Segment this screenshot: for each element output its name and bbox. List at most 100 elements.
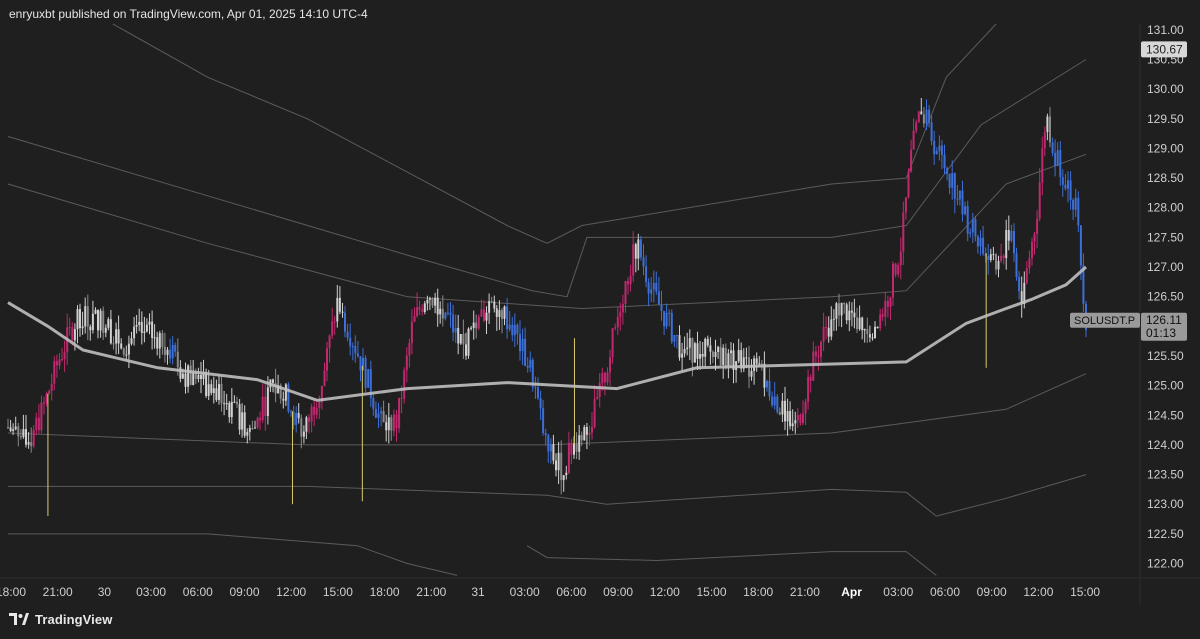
candle-body xyxy=(400,397,403,399)
candle-body xyxy=(799,414,802,424)
candle-body xyxy=(153,337,156,339)
candle-body xyxy=(634,244,637,259)
candle-body xyxy=(426,299,429,304)
candle-body xyxy=(696,343,699,359)
candle-body xyxy=(241,412,244,430)
candle-body xyxy=(560,452,563,481)
candle-body xyxy=(665,312,668,327)
candle-body xyxy=(995,254,997,270)
candle-body xyxy=(192,372,195,385)
candle-body xyxy=(251,428,254,429)
candle-body xyxy=(372,397,375,409)
candle-body xyxy=(575,443,578,452)
candle-body xyxy=(1000,255,1003,261)
candle-body xyxy=(591,426,593,433)
candle-body xyxy=(868,334,871,338)
candle-body xyxy=(418,307,421,310)
candle-body xyxy=(760,363,763,365)
candle-body xyxy=(220,384,223,404)
candle-body xyxy=(917,111,920,123)
candle-body xyxy=(287,384,290,412)
candle-body xyxy=(133,326,136,339)
candle-body xyxy=(639,239,642,258)
candle-body xyxy=(670,312,673,342)
candle-body xyxy=(583,427,586,441)
candle-body xyxy=(264,396,267,416)
candle-body xyxy=(874,326,876,339)
candle-body xyxy=(781,400,784,415)
candle-body xyxy=(922,114,925,124)
candle-body xyxy=(609,357,611,373)
candle-body xyxy=(904,197,907,213)
candle-body xyxy=(480,309,483,317)
candle-body xyxy=(261,396,264,421)
candle-body xyxy=(272,379,274,383)
candle-body xyxy=(308,417,310,422)
candle-body xyxy=(822,327,825,342)
candle-body xyxy=(428,298,431,300)
candle-body xyxy=(958,190,961,200)
candle-body xyxy=(45,393,48,404)
candle-body xyxy=(791,423,794,427)
candle-body xyxy=(902,212,905,252)
candle-body xyxy=(858,317,861,330)
candle-body xyxy=(771,396,774,406)
candle-body xyxy=(169,349,172,359)
candle-body xyxy=(454,327,457,333)
candle-body xyxy=(176,351,179,368)
candle-body xyxy=(161,333,164,347)
candle-body xyxy=(223,403,226,405)
candle-body xyxy=(835,303,838,319)
candle-body xyxy=(940,145,943,155)
candle-body xyxy=(50,383,53,391)
candle-body xyxy=(431,298,434,306)
candle-body xyxy=(647,282,650,294)
candle-body xyxy=(537,387,539,399)
candle-body xyxy=(650,289,653,294)
candle-body xyxy=(374,408,377,418)
time-tick-label: 03:00 xyxy=(510,585,540,599)
candle-body xyxy=(421,309,424,312)
candle-body xyxy=(704,338,707,357)
candle-body xyxy=(58,359,61,366)
candle-body xyxy=(971,219,974,233)
candle-body xyxy=(511,324,514,336)
candle-body xyxy=(727,353,730,367)
candle-body xyxy=(889,297,892,307)
candle-body xyxy=(470,327,473,329)
candle-body xyxy=(40,402,43,431)
chart-area[interactable]: 131.00 130.50 130.00 129.50 129.00 128.50 128.… xyxy=(0,0,1200,634)
candle-body xyxy=(305,417,308,432)
candle-body xyxy=(930,122,933,141)
candle-body xyxy=(804,401,807,414)
candle-body xyxy=(786,411,789,422)
time-tick-label: 15:00 xyxy=(696,585,726,599)
time-tick-label: 06:00 xyxy=(183,585,213,599)
tradingview-logo[interactable]: TradingView xyxy=(9,612,112,627)
time-tick-label: 09:00 xyxy=(229,585,259,599)
candle-body xyxy=(843,302,846,305)
candle-body xyxy=(493,301,496,309)
candle-body xyxy=(1028,258,1031,269)
candle-body xyxy=(354,346,357,354)
candle-body xyxy=(966,206,969,234)
candle-body xyxy=(910,149,913,172)
candle-body xyxy=(827,327,830,337)
chart-background xyxy=(0,0,1200,634)
candle-body xyxy=(961,190,964,215)
candle-body xyxy=(982,237,985,254)
candle-body xyxy=(171,345,174,359)
candle-body xyxy=(796,414,799,421)
candle-body xyxy=(997,260,1000,270)
candle-body xyxy=(655,283,658,292)
time-tick-label: 18:00 xyxy=(743,585,773,599)
time-tick-label: 12:00 xyxy=(650,585,680,599)
candle-body xyxy=(863,329,866,331)
candle-body xyxy=(711,351,714,357)
candle-body xyxy=(817,356,820,358)
candle-body xyxy=(341,311,344,313)
price-chart[interactable]: 131.00130.50130.00129.50129.00128.50128.… xyxy=(0,0,1200,634)
candle-body xyxy=(63,352,66,360)
candle-body xyxy=(246,431,249,436)
candle-body xyxy=(555,460,557,471)
